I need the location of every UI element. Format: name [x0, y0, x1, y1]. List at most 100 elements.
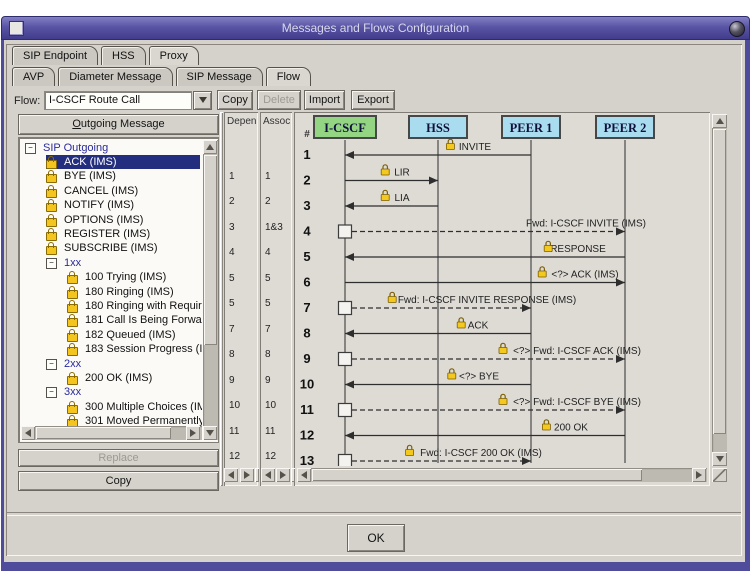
tree-scroll-down-icon[interactable]: [203, 426, 217, 440]
tree-scroll-right-icon[interactable]: [186, 426, 200, 440]
message-label[interactable]: Fwd: I-CSCF 200 OK (IMS): [420, 448, 542, 459]
tree-item[interactable]: ACK (IMS): [46, 155, 200, 170]
message-label[interactable]: <?> Fwd: I-CSCF ACK (IMS): [513, 346, 641, 357]
diagram-text: 11: [300, 402, 314, 417]
tree-item[interactable]: 180 Ringing (IMS): [67, 285, 200, 299]
lock-icon: [447, 372, 457, 380]
lock-icon: [389, 291, 395, 297]
flow-select-input[interactable]: I-CSCF Route Call: [44, 91, 192, 110]
collapse-icon[interactable]: −: [46, 358, 57, 370]
window-corner-icon[interactable]: [729, 21, 745, 37]
tree-item[interactable]: − SIP Outgoing: [25, 141, 200, 155]
collapse-icon[interactable]: −: [46, 257, 57, 269]
import-button[interactable]: Import: [304, 90, 345, 110]
tree-item[interactable]: −2xx: [46, 357, 200, 371]
collapse-icon[interactable]: −: [46, 387, 57, 399]
tree-item[interactable]: NOTIFY (IMS): [46, 199, 200, 213]
assoc-scroll-left-icon[interactable]: [261, 468, 275, 482]
depend-value: 9: [229, 374, 235, 386]
seq-vscroll-thumb[interactable]: [713, 129, 726, 434]
tree-item[interactable]: 181 Call Is Being Forwarde: [67, 314, 202, 328]
tree-scroll-up-icon[interactable]: [203, 140, 217, 154]
tree-scroll-left-icon[interactable]: [21, 426, 35, 440]
tree-item-label: BYE (IMS): [64, 170, 116, 183]
diagram-text: 13: [300, 453, 314, 466]
seq-scroll-left-icon[interactable]: [297, 468, 311, 482]
lock-icon: [405, 449, 414, 456]
copy-message-button[interactable]: Copy: [18, 471, 219, 491]
tree-item[interactable]: SUBSCRIBE (IMS): [46, 242, 200, 256]
activation-box: [337, 224, 353, 239]
arrowhead-icon: [345, 329, 354, 338]
message-label[interactable]: Fwd: I-CSCF INVITE RESPONSE (IMS): [398, 295, 576, 306]
activation-box: [337, 402, 353, 418]
diagram-text: PEER 2: [604, 121, 647, 135]
lock-icon: [500, 393, 506, 399]
tree-item[interactable]: 300 Multiple Choices (IMS: [67, 400, 202, 414]
tree-item[interactable]: 100 Trying (IMS): [67, 271, 200, 285]
tab-proxy[interactable]: Proxy: [148, 46, 199, 65]
resize-corner-icon[interactable]: [712, 468, 727, 482]
message-label[interactable]: RESPONSE: [550, 244, 606, 255]
seq-scroll-right-icon[interactable]: [692, 468, 706, 482]
lock-icon: [498, 398, 508, 405]
lock-icon: [46, 227, 57, 241]
lock-icon: [46, 199, 57, 213]
assoc-scroll-right-icon[interactable]: [276, 468, 290, 482]
chevron-down-icon: [198, 97, 207, 103]
depend-value: 7: [229, 323, 235, 335]
subtab-flow[interactable]: Flow: [265, 67, 311, 86]
window-menu-icon[interactable]: [9, 21, 24, 36]
message-label[interactable]: ACK: [468, 321, 489, 332]
tree-item[interactable]: REGISTER (IMS): [46, 227, 200, 241]
tab-sip-endpoint[interactable]: SIP Endpoint: [12, 46, 99, 65]
depend-scroll-left-icon[interactable]: [224, 468, 238, 482]
export-button[interactable]: Export: [351, 90, 395, 110]
message-label[interactable]: LIA: [394, 193, 409, 204]
message-label[interactable]: <?> BYE: [459, 372, 499, 383]
tree-item[interactable]: 180 Ringing with Require 1: [67, 299, 202, 313]
depend-splitter-knob[interactable]: [255, 468, 259, 482]
assoc-column: Associa 121&3455789101112: [260, 112, 292, 486]
tree-item[interactable]: BYE (IMS): [46, 170, 200, 184]
tree-hscroll-thumb[interactable]: [36, 427, 171, 439]
tree-item[interactable]: −3xx: [46, 386, 200, 400]
tree-item[interactable]: 200 OK (IMS): [67, 371, 200, 385]
lock-icon: [67, 314, 78, 328]
message-label[interactable]: <?> ACK (IMS): [551, 270, 618, 281]
tab-hss[interactable]: HSS: [101, 46, 146, 65]
seq-hscroll-thumb[interactable]: [312, 469, 642, 481]
lock-icon: [449, 368, 455, 373]
tree-item-label: ACK (IMS): [64, 155, 117, 168]
panel-splitter[interactable]: [220, 112, 223, 486]
replace-button[interactable]: Replace: [18, 449, 219, 467]
message-label[interactable]: LIR: [394, 168, 410, 179]
seq-scroll-up-icon[interactable]: [712, 114, 727, 128]
message-label[interactable]: 200 OK: [554, 423, 588, 434]
tree-item[interactable]: 183 Session Progress (IM: [67, 343, 202, 357]
outgoing-message-header[interactable]: Outgoing Message: [18, 114, 219, 135]
message-label[interactable]: <?> Fwd: I-CSCF BYE (IMS): [513, 397, 641, 408]
message-label[interactable]: Fwd: I-CSCF INVITE (IMS): [526, 219, 646, 230]
assoc-value: 12: [265, 451, 277, 462]
tree-item[interactable]: OPTIONS (IMS): [46, 213, 200, 227]
tree-item[interactable]: CANCEL (IMS): [46, 184, 200, 198]
message-label[interactable]: INVITE: [459, 142, 492, 153]
flow-dropdown-button[interactable]: [193, 91, 212, 110]
diagram-text: 1: [303, 147, 310, 162]
ok-button[interactable]: OK: [347, 524, 405, 552]
tree-vscroll-thumb[interactable]: [204, 155, 217, 345]
tree-item[interactable]: 182 Queued (IMS): [67, 328, 200, 342]
copy-flow-button[interactable]: Copy: [217, 90, 253, 110]
tree-item[interactable]: −1xx: [46, 256, 200, 270]
subtab-sip-message[interactable]: SIP Message: [175, 67, 263, 86]
subtab-diameter-message[interactable]: Diameter Message: [58, 67, 173, 86]
depend-scroll-right-icon[interactable]: [240, 468, 254, 482]
subtab-avp[interactable]: AVP: [12, 67, 56, 86]
delete-flow-button[interactable]: Delete: [257, 90, 301, 110]
collapse-icon[interactable]: −: [25, 142, 36, 154]
seq-scroll-down-icon[interactable]: [712, 452, 727, 466]
title-bar[interactable]: Messages and Flows Configuration: [1, 16, 750, 40]
tree-item-label: 181 Call Is Being Forwarde: [85, 314, 202, 327]
assoc-splitter-knob[interactable]: [291, 468, 295, 482]
